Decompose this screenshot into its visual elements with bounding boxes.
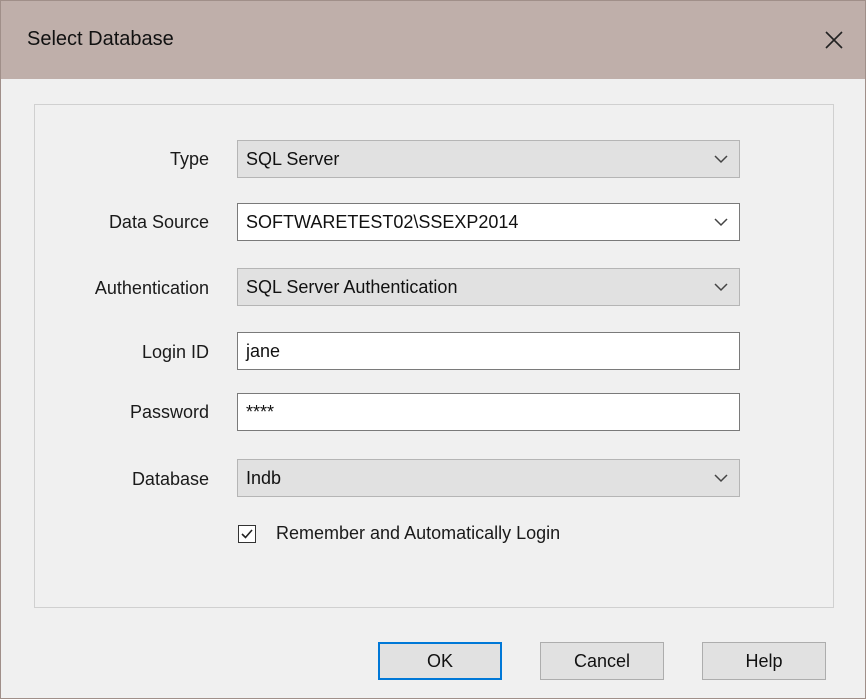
database-value: Indb — [246, 467, 282, 488]
data-source-value: SOFTWARETEST02\SSEXP2014 — [246, 211, 519, 232]
close-icon — [825, 31, 843, 49]
select-database-dialog: Select Database Type SQL Server Data Sou… — [0, 0, 866, 699]
chevron-down-icon — [714, 283, 728, 292]
dialog-title: Select Database — [27, 28, 174, 50]
data-source-combobox[interactable]: SOFTWARETEST02\SSEXP2014 — [237, 203, 740, 241]
data-source-label: Data Source — [108, 212, 209, 232]
authentication-dropdown[interactable]: SQL Server Authentication — [237, 268, 740, 306]
type-label: Type — [169, 149, 209, 169]
password-label: Password — [129, 402, 209, 422]
password-value: **** — [246, 401, 275, 422]
authentication-value: SQL Server Authentication — [246, 276, 458, 297]
cancel-button[interactable]: Cancel — [540, 642, 664, 680]
checkmark-icon — [241, 528, 253, 539]
chevron-down-icon — [714, 474, 728, 483]
login-id-label: Login ID — [141, 342, 209, 362]
database-label: Database — [131, 469, 209, 489]
title-bar[interactable]: Select Database — [1, 1, 865, 79]
remember-login-option[interactable]: Remember and Automatically Login — [238, 523, 560, 544]
type-value: SQL Server — [246, 148, 340, 169]
authentication-label: Authentication — [94, 278, 209, 298]
login-id-input[interactable]: jane — [237, 332, 740, 370]
close-button[interactable] — [803, 1, 865, 79]
login-id-value: jane — [246, 340, 281, 361]
database-dropdown[interactable]: Indb — [237, 459, 740, 497]
ok-button[interactable]: OK — [378, 642, 502, 680]
chevron-down-icon — [714, 155, 728, 164]
remember-checkbox[interactable] — [238, 524, 256, 543]
chevron-down-icon[interactable] — [713, 216, 729, 228]
remember-label: Remember and Automatically Login — [276, 523, 561, 543]
password-input[interactable]: **** — [237, 393, 740, 431]
help-button[interactable]: Help — [702, 642, 826, 680]
type-dropdown[interactable]: SQL Server — [237, 140, 740, 178]
